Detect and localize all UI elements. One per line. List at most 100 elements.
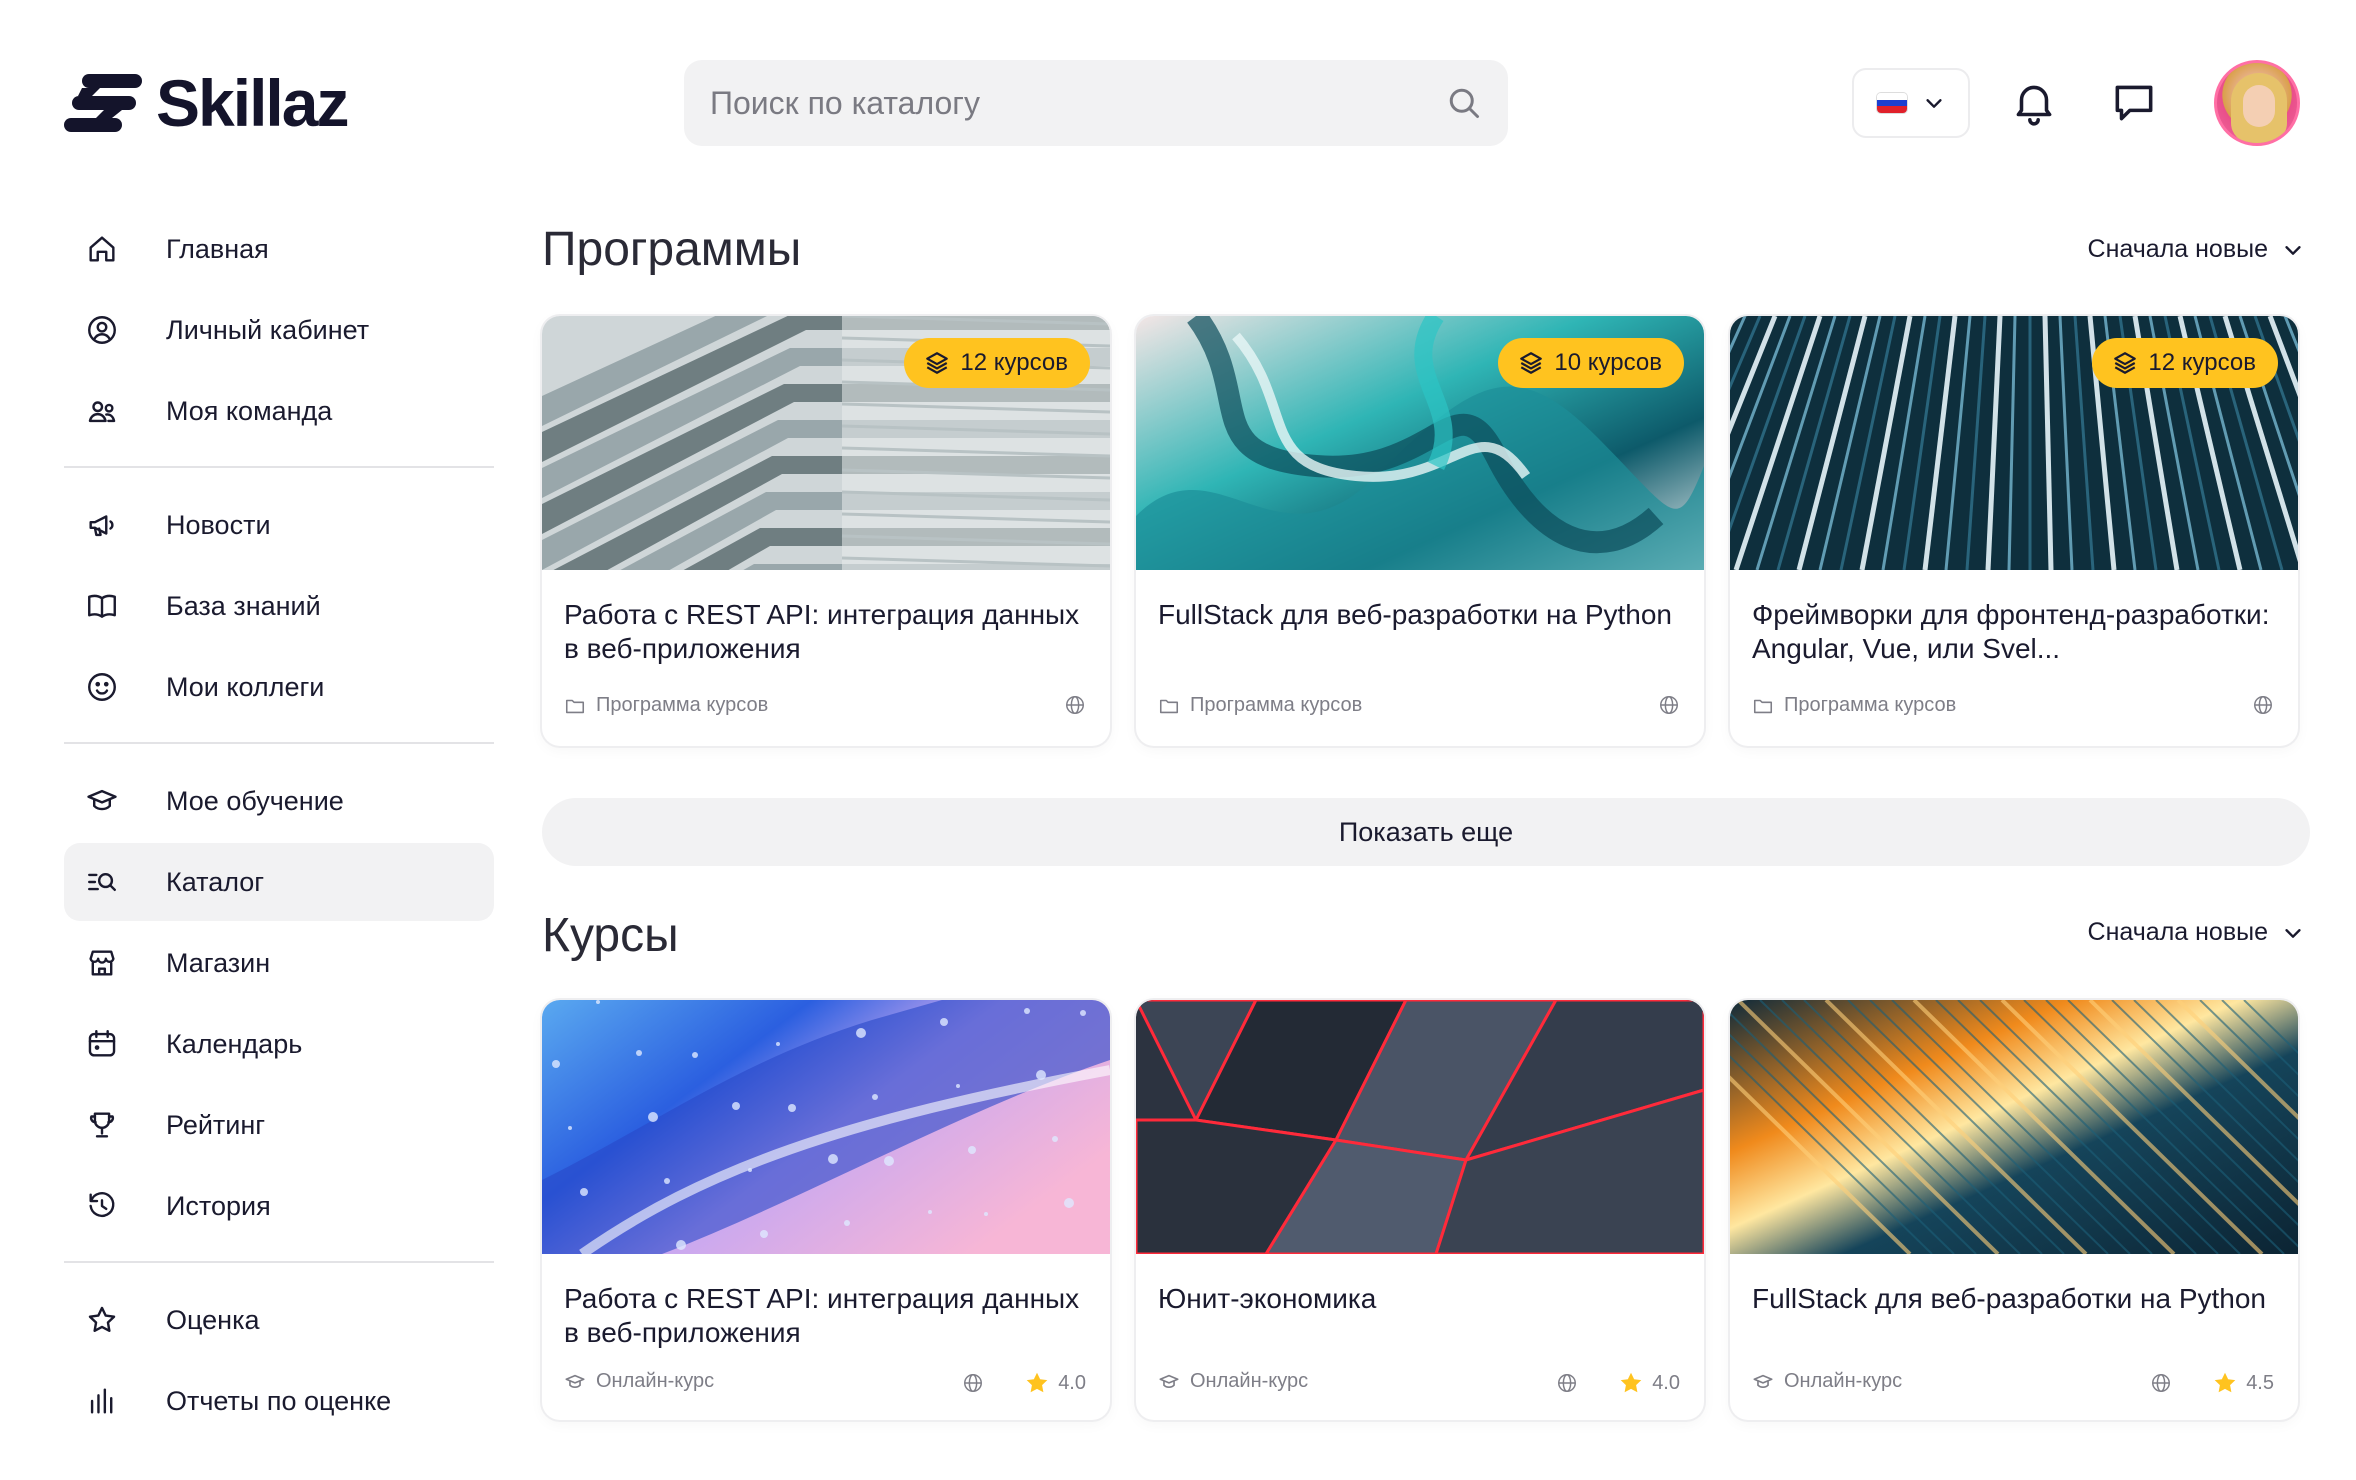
history-icon bbox=[89, 1191, 115, 1218]
sidebar-item-label: Новости bbox=[166, 509, 271, 540]
sidebar-item[interactable]: База знаний bbox=[64, 567, 494, 645]
course-count-label: 10 курсов bbox=[1554, 349, 1662, 376]
sidebar-item-label: Каталог bbox=[166, 866, 265, 897]
course-card-type: Онлайн-курс bbox=[564, 1370, 714, 1393]
programs-sort-label: Сначала новые bbox=[2087, 235, 2268, 263]
sidebar-item[interactable]: Отчеты по оценке bbox=[64, 1362, 494, 1440]
course-card[interactable]: FullStack для веб-разработки на Python О… bbox=[1730, 1000, 2298, 1420]
sidebar-item-label: База знаний bbox=[166, 590, 321, 621]
messages-button[interactable] bbox=[2104, 72, 2164, 132]
course-card[interactable]: Работа с REST API: интеграция данных в в… bbox=[542, 1000, 1110, 1420]
sidebar-divider bbox=[64, 466, 494, 468]
sidebar-item-icon-wrap bbox=[84, 864, 120, 900]
user-avatar[interactable] bbox=[2214, 60, 2300, 146]
star-rating-icon bbox=[1026, 1372, 1048, 1393]
sidebar-item-icon-wrap bbox=[84, 1188, 120, 1224]
brand-logo[interactable]: Skillaz bbox=[64, 66, 349, 140]
notifications-button[interactable] bbox=[2004, 72, 2064, 132]
layers-icon bbox=[2114, 352, 2137, 374]
course-type-label: Онлайн-курс bbox=[596, 1370, 715, 1392]
course-count-badge: 10 курсов bbox=[1498, 338, 1684, 388]
sidebar-item[interactable]: Новости bbox=[64, 486, 494, 564]
brand-name: Skillaz bbox=[156, 66, 349, 140]
logo-mark-icon bbox=[64, 74, 142, 132]
sidebar-item[interactable]: Мое обучение bbox=[64, 762, 494, 840]
sidebar-item-label: Отчеты по оценке bbox=[166, 1385, 392, 1416]
globe-icon bbox=[1558, 1374, 1577, 1392]
globe-icon bbox=[964, 1374, 983, 1392]
course-card-type: Онлайн-курс bbox=[1752, 1370, 1902, 1393]
sidebar-item-icon-wrap bbox=[84, 669, 120, 705]
language-selector[interactable] bbox=[1852, 68, 1970, 138]
program-card[interactable]: 10 курсов FullStack для веб-разработки н… bbox=[1136, 316, 1704, 746]
sidebar-divider bbox=[64, 742, 494, 744]
sidebar-item[interactable]: Каталог bbox=[64, 843, 494, 921]
chevron-down-icon bbox=[1926, 99, 1942, 108]
sidebar-item[interactable]: Главная bbox=[64, 210, 494, 288]
program-type-label: Программа курсов bbox=[1190, 694, 1363, 716]
sidebar-item-label: Мое обучение bbox=[166, 785, 344, 816]
course-type-label: Онлайн-курс bbox=[1784, 1370, 1903, 1392]
course-rating-value: 4.0 bbox=[1652, 1371, 1680, 1394]
program-card-type: Программа курсов bbox=[1158, 694, 1362, 717]
course-card-info: 4.0 bbox=[962, 1370, 1086, 1396]
sidebar-item-label: История bbox=[166, 1190, 271, 1221]
trophy-icon bbox=[89, 1112, 115, 1138]
program-type-label: Программа курсов bbox=[1784, 694, 1957, 716]
course-rating: 4.0 bbox=[1024, 1370, 1086, 1396]
sidebar-item-icon-wrap bbox=[84, 393, 120, 429]
sidebar-item[interactable]: Рейтинг bbox=[64, 1086, 494, 1164]
course-rating-value: 4.0 bbox=[1058, 1371, 1086, 1394]
layers-icon bbox=[926, 352, 949, 374]
catalog-search-icon bbox=[88, 873, 116, 891]
course-card[interactable]: Юнит-экономика Онлайн-курс 4.0 bbox=[1136, 1000, 1704, 1420]
sidebar: Главная Личный кабинет Моя команда Новости Б… bbox=[64, 210, 494, 1443]
course-rating: 4.0 bbox=[1618, 1370, 1680, 1396]
sidebar-item[interactable]: Мои коллеги bbox=[64, 648, 494, 726]
programs-sort-dropdown[interactable]: Сначала новые bbox=[2088, 235, 2304, 264]
sidebar-item[interactable]: Личный кабинет bbox=[64, 291, 494, 369]
course-card-image bbox=[1136, 1000, 1704, 1254]
graduation-cap-icon bbox=[87, 789, 117, 811]
graduation-cap-icon bbox=[565, 1374, 585, 1388]
program-card-title: FullStack для веб-разработки на Python bbox=[1158, 599, 1673, 630]
programs-title: Программы bbox=[542, 223, 802, 276]
course-rating: 4.5 bbox=[2212, 1370, 2274, 1396]
search-icon[interactable] bbox=[1446, 85, 1482, 121]
sidebar-item-icon-wrap bbox=[84, 783, 120, 819]
program-card[interactable]: 12 курсов Работа с REST API: интеграция … bbox=[542, 316, 1110, 746]
folder-icon bbox=[565, 699, 585, 713]
course-rating-value: 4.5 bbox=[2246, 1371, 2274, 1394]
course-type-label: Онлайн-курс bbox=[1190, 1370, 1309, 1392]
page: Skillaz Главная Личный кабинет Моя команда… bbox=[0, 0, 2356, 1480]
search-input[interactable] bbox=[710, 84, 1446, 122]
chevron-down-icon bbox=[2285, 245, 2301, 255]
sidebar-divider bbox=[64, 1261, 494, 1263]
courses-sort-dropdown[interactable]: Сначала новые bbox=[2088, 918, 2304, 947]
sidebar-item-label: Оценка bbox=[166, 1304, 260, 1335]
sidebar-item-label: Моя команда bbox=[166, 395, 333, 426]
show-more-button[interactable]: Показать еще bbox=[542, 798, 2310, 866]
calendar-icon bbox=[88, 1030, 116, 1057]
sidebar-item[interactable]: История bbox=[64, 1167, 494, 1245]
sidebar-item[interactable]: Календарь bbox=[64, 1005, 494, 1083]
sidebar-item[interactable]: Оценка bbox=[64, 1281, 494, 1359]
sidebar-item[interactable]: Магазин bbox=[64, 924, 494, 1002]
course-count-badge: 12 курсов bbox=[2092, 338, 2278, 388]
course-count-label: 12 курсов bbox=[2148, 349, 2256, 376]
folder-icon bbox=[1753, 699, 1773, 713]
avatar-face bbox=[2243, 85, 2275, 127]
globe-icon bbox=[1660, 696, 1678, 714]
home-icon bbox=[89, 236, 115, 262]
program-card[interactable]: 12 курсов Фреймворки для фронтенд-разраб… bbox=[1730, 316, 2298, 746]
graduation-cap-icon bbox=[1753, 1374, 1773, 1388]
program-card-availability bbox=[1064, 694, 1086, 716]
courses-sort-label: Сначала новые bbox=[2087, 918, 2268, 946]
russia-flag-icon bbox=[1877, 93, 1907, 113]
sidebar-item-label: Календарь bbox=[166, 1028, 303, 1059]
sidebar-item[interactable]: Моя команда bbox=[64, 372, 494, 450]
program-card-availability bbox=[2252, 694, 2274, 716]
program-type-label: Программа курсов bbox=[596, 694, 769, 716]
sidebar-item-icon-wrap bbox=[84, 507, 120, 543]
sidebar-item-icon-wrap bbox=[84, 945, 120, 981]
